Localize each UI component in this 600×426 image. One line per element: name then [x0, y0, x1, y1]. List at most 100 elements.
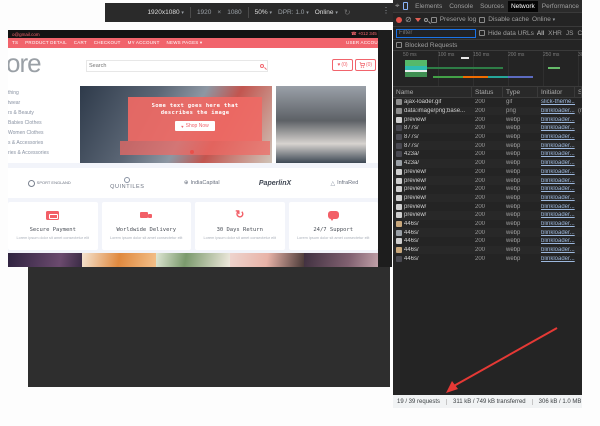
category-link[interactable]: s & Accessories: [8, 138, 78, 148]
type-filter-js[interactable]: JS: [566, 30, 574, 37]
search-icon[interactable]: [424, 18, 428, 22]
dpr-select[interactable]: DPR: 1.0 ▾: [278, 9, 309, 16]
column-header-name[interactable]: Name: [393, 87, 472, 97]
request-name[interactable]: 423a/: [393, 160, 472, 166]
net-throttling-select[interactable]: Online ▾: [532, 16, 555, 23]
more-options-icon[interactable]: ⋮: [382, 6, 390, 15]
request-initiator-link[interactable]: slick-theme...: [538, 99, 575, 105]
request-initiator-link[interactable]: blinkloader...: [538, 178, 575, 184]
nav-item[interactable]: MY ACCOUNT: [128, 40, 160, 46]
tab-performance[interactable]: Performance: [539, 1, 582, 12]
request-initiator-link[interactable]: blinkloader...: [538, 186, 575, 192]
request-initiator-link[interactable]: blinkloader...: [538, 230, 575, 236]
request-name[interactable]: preview/: [393, 186, 472, 192]
request-initiator-link[interactable]: blinkloader...: [538, 151, 575, 157]
carousel-dot[interactable]: [190, 150, 194, 154]
throttling-select[interactable]: Online ▾: [315, 9, 338, 16]
request-name[interactable]: ajax-loader.gif: [393, 99, 472, 105]
tab-network[interactable]: Network: [508, 1, 538, 12]
nav-item[interactable]: PRODUCT DETAIL: [25, 40, 67, 46]
request-name[interactable]: 423a/: [393, 151, 472, 157]
category-link[interactable]: ries & Accessories: [8, 148, 78, 158]
request-name[interactable]: 446s/: [393, 247, 472, 253]
clear-icon[interactable]: ⊘: [405, 16, 412, 24]
column-header-initiator[interactable]: Initiator: [538, 87, 575, 97]
search-input[interactable]: [89, 61, 254, 71]
cart-button[interactable]: (0): [355, 59, 376, 71]
request-name[interactable]: 446s/: [393, 256, 472, 262]
feature-card[interactable]: 24/7 SupportLorem ipsum dolor sit amet c…: [289, 202, 379, 250]
hide-data-urls-checkbox[interactable]: [479, 30, 485, 36]
nav-item[interactable]: NEWS PAGES ▾: [167, 40, 203, 46]
request-name[interactable]: preview/: [393, 212, 472, 218]
product-photo[interactable]: [82, 253, 156, 267]
site-email[interactable]: o@gmail.com: [12, 32, 40, 37]
request-initiator-link[interactable]: blinkloader...: [538, 204, 575, 210]
request-name[interactable]: 877s/: [393, 134, 472, 140]
table-row[interactable]: preview/200webpblinkloader...: [393, 211, 582, 220]
network-overview-timeline[interactable]: 50 ms100 ms150 ms200 ms250 ms300 ms: [393, 51, 582, 87]
filter-funnel-icon[interactable]: [415, 18, 421, 22]
table-row[interactable]: 446s/200webpblinkloader...: [393, 246, 582, 255]
disable-cache-checkbox[interactable]: [479, 17, 485, 23]
request-name[interactable]: 877s/: [393, 125, 472, 131]
site-logo[interactable]: ore: [8, 48, 41, 79]
tab-sources[interactable]: Sources: [477, 1, 507, 12]
table-row[interactable]: 877s/200webpblinkloader...: [393, 133, 582, 142]
table-row[interactable]: preview/200webpblinkloader...: [393, 202, 582, 211]
category-link[interactable]: Women Clothes: [8, 128, 78, 138]
blocked-requests-checkbox[interactable]: [396, 42, 402, 48]
device-height-field[interactable]: 1080: [227, 9, 241, 16]
request-initiator-link[interactable]: blinkloader...: [538, 160, 575, 166]
product-photo[interactable]: [304, 253, 378, 267]
request-name[interactable]: preview/: [393, 117, 472, 123]
request-name[interactable]: preview/: [393, 169, 472, 175]
table-row[interactable]: preview/200webpblinkloader...: [393, 185, 582, 194]
table-row[interactable]: 877s/200webpblinkloader...: [393, 124, 582, 133]
category-link[interactable]: twear: [8, 98, 78, 108]
inspect-icon[interactable]: ⌖: [395, 1, 400, 11]
type-filter-xhr[interactable]: XHR: [548, 30, 562, 37]
brand-logo[interactable]: ⊕IndiaCapital: [184, 180, 220, 186]
type-filter-all[interactable]: All: [537, 30, 544, 37]
table-row[interactable]: preview/200webpblinkloader...: [393, 115, 582, 124]
table-row[interactable]: data:image/png;base...200pngblinkloader.…: [393, 107, 582, 116]
feature-card[interactable]: Secure PaymentLorem ipsum dolor sit amet…: [8, 202, 98, 250]
request-initiator-link[interactable]: blinkloader...: [538, 221, 575, 227]
table-row[interactable]: 446s/200webpblinkloader...: [393, 228, 582, 237]
nav-item[interactable]: TS: [12, 40, 18, 46]
table-row[interactable]: 446s/200webpblinkloader...: [393, 254, 582, 263]
request-initiator-link[interactable]: blinkloader...: [538, 256, 575, 262]
filter-input[interactable]: [396, 29, 476, 38]
category-link[interactable]: rs & Beauty: [8, 108, 78, 118]
brand-logo[interactable]: QUINTILES: [110, 177, 144, 190]
request-initiator-link[interactable]: blinkloader...: [538, 169, 575, 175]
device-toolbar-toggle-icon[interactable]: [403, 2, 409, 10]
shop-now-button[interactable]: ♥Shop Now: [175, 121, 214, 131]
device-width-field[interactable]: 1920: [197, 9, 211, 16]
request-initiator-link[interactable]: blinkloader...: [538, 195, 575, 201]
request-initiator-link[interactable]: blinkloader...: [538, 108, 575, 114]
column-header-size[interactable]: Size: [575, 87, 582, 97]
tab-console[interactable]: Console: [446, 1, 476, 12]
zoom-select[interactable]: 50% ▾: [255, 9, 272, 16]
search-icon[interactable]: [260, 64, 264, 68]
request-name[interactable]: 877s/: [393, 143, 472, 149]
table-row[interactable]: 423a/200webpblinkloader...: [393, 150, 582, 159]
request-initiator-link[interactable]: blinkloader...: [538, 143, 575, 149]
brand-logo[interactable]: PaperlinX: [259, 180, 291, 187]
brand-logo[interactable]: △InfraRed: [331, 180, 359, 187]
wishlist-button[interactable]: ♥(0): [332, 59, 353, 71]
table-row[interactable]: 446s/200webpblinkloader...: [393, 237, 582, 246]
column-header-type[interactable]: Type: [503, 87, 538, 97]
table-row[interactable]: 877s/200webpblinkloader...: [393, 141, 582, 150]
category-link[interactable]: thing: [8, 88, 78, 98]
request-name[interactable]: data:image/png;base...: [393, 108, 472, 114]
feature-card[interactable]: Worldwide DeliveryLorem ipsum dolor sit …: [102, 202, 192, 250]
category-link[interactable]: Babies Clothes: [8, 118, 78, 128]
column-header-status[interactable]: Status: [472, 87, 503, 97]
table-row[interactable]: 446s/200webpblinkloader...: [393, 220, 582, 229]
product-photo[interactable]: [8, 253, 82, 267]
tab-elements[interactable]: Elements: [412, 1, 445, 12]
request-initiator-link[interactable]: blinkloader...: [538, 134, 575, 140]
